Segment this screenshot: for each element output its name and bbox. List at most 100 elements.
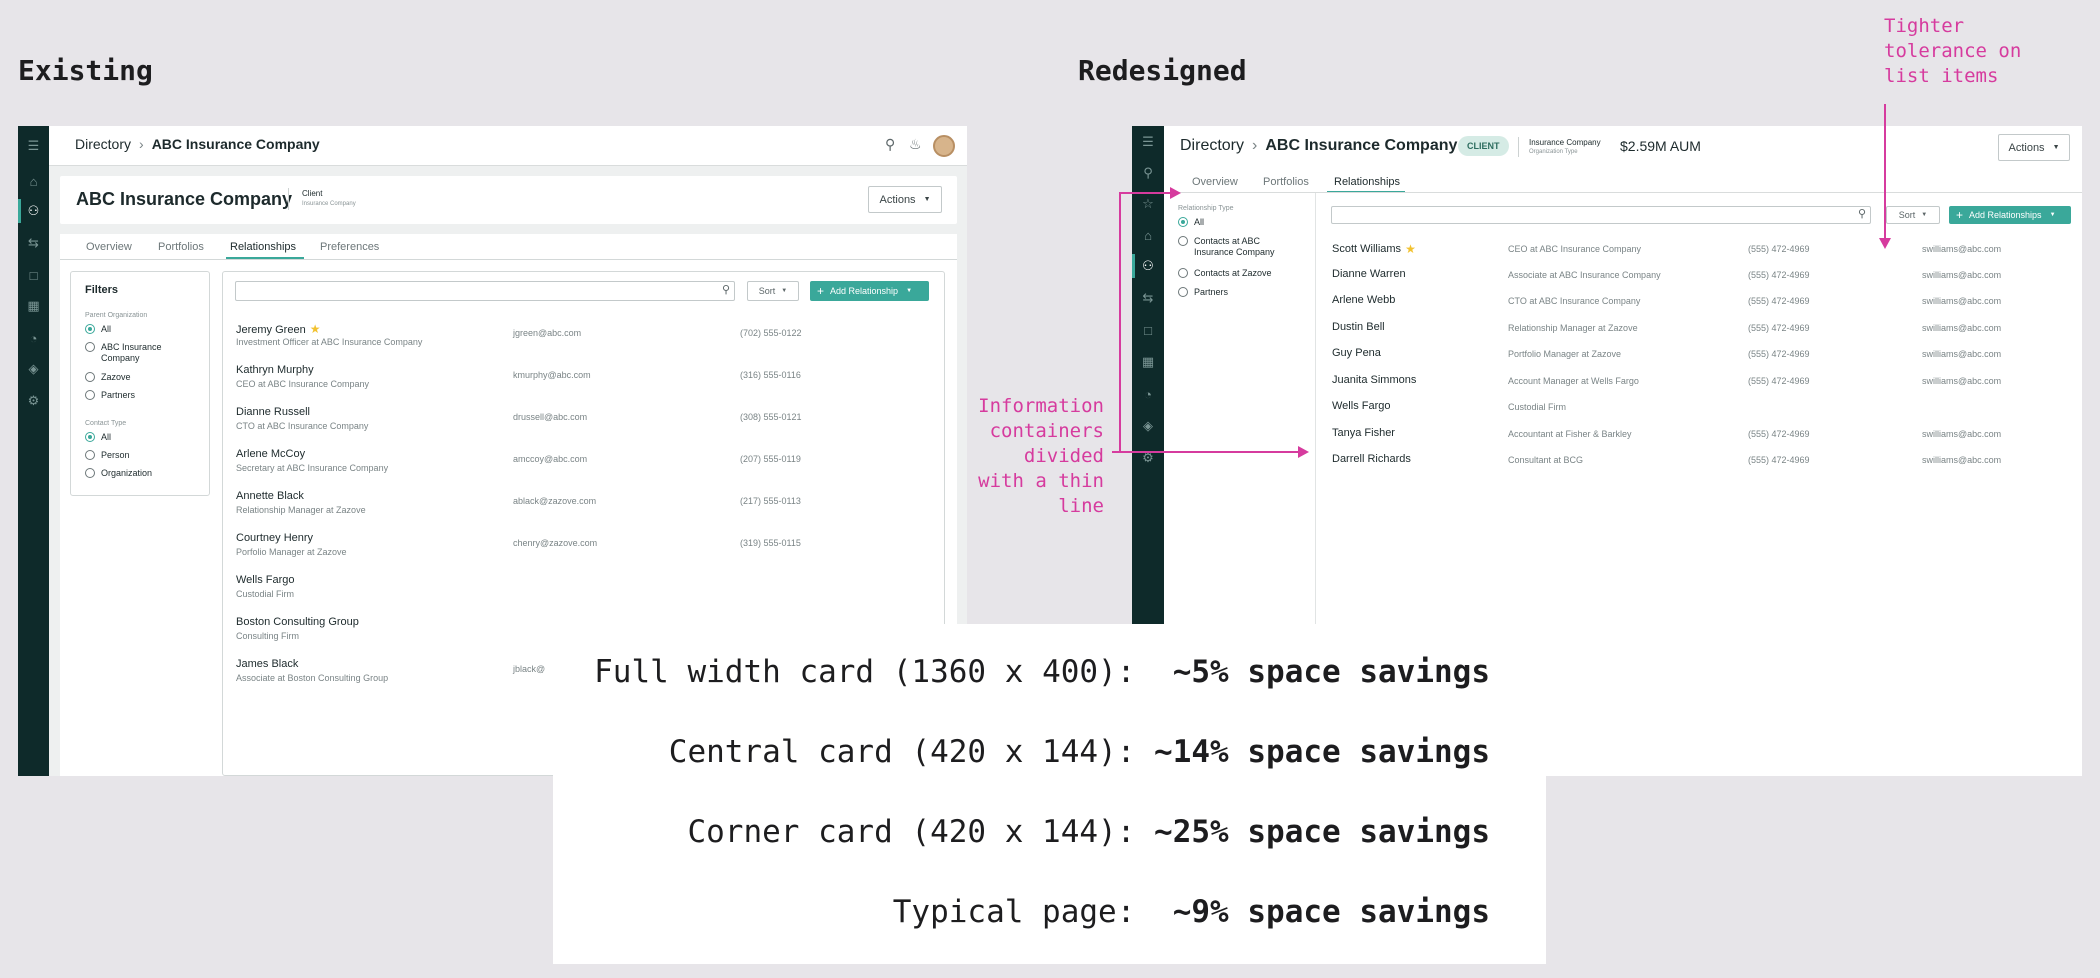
radio-dot — [1178, 217, 1188, 227]
table-row[interactable]: Dustin Bell Relationship Manager at Zazo… — [1332, 321, 2032, 347]
radio-type-abc[interactable]: Contacts at ABC Insurance Company — [1178, 236, 1275, 258]
table-row[interactable]: Scott Williams ★ CEO at ABC Insurance Com… — [1332, 242, 2032, 268]
row-email: swilliams@abc.com — [1922, 244, 2002, 254]
star-outline-icon[interactable]: ☆ — [1132, 194, 1164, 214]
table-row[interactable]: Arlene McCoy Secretary at ABC Insurance … — [223, 448, 943, 488]
radio-dot — [85, 342, 95, 352]
row-email: chenry@zazove.com — [513, 538, 598, 548]
active-tab-underline — [226, 257, 304, 259]
radio-contact-person[interactable]: Person — [85, 450, 130, 461]
tab-overview[interactable]: Overview — [1192, 176, 1238, 188]
layers-icon[interactable]: ◈ — [1132, 416, 1164, 436]
table-row[interactable]: Guy Pena Portfolio Manager at Zazove (55… — [1332, 347, 2032, 373]
table-row[interactable]: Dianne Warren Associate at ABC Insurance… — [1332, 268, 2032, 294]
radio-contact-organization[interactable]: Organization — [85, 468, 152, 479]
row-role: Accountant at Fisher & Barkley — [1508, 429, 1632, 439]
search-input[interactable]: ⚲ — [1331, 206, 1871, 224]
sort-button[interactable]: Sort ▼ — [747, 281, 799, 301]
row-phone: (555) 472-4969 — [1748, 376, 1810, 386]
row-name: Jeremy Green — [236, 324, 306, 336]
table-row[interactable]: Tanya Fisher Accountant at Fisher & Bark… — [1332, 427, 2032, 453]
table-row[interactable]: Courtney Henry Porfolio Manager at Zazov… — [223, 532, 943, 572]
pie-chart-icon[interactable]: ◔ — [18, 328, 49, 348]
add-relationships-button[interactable]: + Add Relationships ▼ — [1949, 206, 2071, 224]
gear-icon[interactable]: ⚙ — [18, 391, 49, 411]
actions-button[interactable]: Actions ▼ — [1998, 134, 2070, 161]
breadcrumb-parent[interactable]: Directory — [1180, 137, 1244, 155]
search-icon[interactable]: ⚲ — [885, 136, 895, 153]
table-row[interactable]: Arlene Webb CTO at ABC Insurance Company… — [1332, 294, 2032, 320]
star-icon[interactable]: ★ — [310, 322, 321, 336]
avatar[interactable] — [933, 135, 955, 157]
calculator-icon[interactable]: ▦ — [1132, 352, 1164, 372]
search-input[interactable]: ⚲ — [235, 281, 735, 301]
radio-parent-all[interactable]: All — [85, 324, 111, 335]
bell-icon[interactable]: ♨ — [909, 136, 922, 153]
radio-dot — [85, 432, 95, 442]
transfer-icon[interactable]: ⇆ — [18, 233, 49, 253]
tab-bar: Overview Portfolios Relationships Prefer… — [60, 234, 957, 260]
table-row[interactable]: Darrell Richards Consultant at BCG (555)… — [1332, 453, 2032, 479]
layers-icon[interactable]: ◈ — [18, 359, 49, 379]
users-icon[interactable]: ⚇ — [18, 201, 49, 221]
row-role: Custodial Firm — [236, 589, 295, 599]
pie-chart-icon[interactable]: ◔ — [1132, 384, 1164, 404]
menu-icon[interactable]: ☰ — [18, 136, 49, 156]
add-relationship-button[interactable]: + Add Relationship ▼ — [810, 281, 929, 301]
actions-button[interactable]: Actions ▼ — [868, 186, 942, 213]
tab-portfolios[interactable]: Portfolios — [1263, 176, 1309, 188]
radio-type-partners[interactable]: Partners — [1178, 287, 1228, 298]
row-email: jgreen@abc.com — [513, 328, 582, 338]
table-row[interactable]: Dianne Russell CTO at ABC Insurance Comp… — [223, 406, 943, 446]
star-icon[interactable]: ★ — [1405, 242, 1416, 256]
org-type-label: Organization Type — [1529, 149, 1578, 155]
radio-parent-abc[interactable]: ABC Insurance Company — [85, 342, 162, 364]
relationships-list: Scott Williams ★ CEO at ABC Insurance Com… — [1332, 242, 2052, 492]
space-savings-card: Full width card (1360 x 400): ~5% space … — [553, 624, 1546, 964]
radio-contact-all[interactable]: All — [85, 432, 111, 443]
table-row[interactable]: Jeremy Green ★ Investment Officer at ABC … — [223, 322, 943, 362]
radio-type-zazove[interactable]: Contacts at Zazove — [1178, 268, 1272, 279]
filter-group-label: Relationship Type — [1178, 205, 1234, 212]
radio-type-all[interactable]: All — [1178, 217, 1204, 228]
folder-icon[interactable]: □ — [1132, 320, 1164, 340]
tab-relationships[interactable]: Relationships — [230, 241, 296, 253]
row-email: swilliams@abc.com — [1922, 323, 2002, 333]
radio-parent-zazove[interactable]: Zazove — [85, 372, 131, 383]
tab-overview[interactable]: Overview — [86, 241, 132, 253]
table-row[interactable]: Juanita Simmons Account Manager at Wells… — [1332, 374, 2032, 400]
row-role: CTO at ABC Insurance Company — [236, 421, 369, 431]
users-icon[interactable]: ⚇ — [1132, 256, 1164, 276]
search-icon[interactable]: ⚲ — [1132, 163, 1164, 183]
table-row[interactable]: Kathryn Murphy CEO at ABC Insurance Comp… — [223, 364, 943, 404]
folder-icon[interactable]: □ — [18, 265, 49, 285]
menu-icon[interactable]: ☰ — [1132, 132, 1164, 152]
calculator-icon[interactable]: ▦ — [18, 296, 49, 316]
row-phone: (555) 472-4969 — [1748, 429, 1810, 439]
stat-label: Corner card (420 x 144): — [687, 814, 1155, 850]
divider — [1518, 137, 1519, 157]
transfer-icon[interactable]: ⇆ — [1132, 288, 1164, 308]
tab-preferences[interactable]: Preferences — [320, 241, 379, 253]
table-row[interactable]: Annette Black Relationship Manager at Za… — [223, 490, 943, 530]
table-row[interactable]: Wells Fargo Custodial Firm — [223, 574, 943, 614]
top-bar: Directory › ABC Insurance Company ⚲ ♨ — [49, 126, 967, 166]
radio-label: All — [1194, 217, 1205, 227]
home-icon[interactable]: ⌂ — [1132, 225, 1164, 245]
row-phone: (555) 472-4969 — [1748, 296, 1810, 306]
tab-relationships[interactable]: Relationships — [1334, 176, 1400, 188]
gear-icon[interactable]: ⚙ — [1132, 448, 1164, 468]
radio-parent-partners[interactable]: Partners — [85, 390, 135, 401]
tab-portfolios[interactable]: Portfolios — [158, 241, 204, 253]
stat-full-width: Full width card (1360 x 400): ~5% space … — [594, 654, 1490, 690]
sort-label: Sort — [758, 286, 776, 296]
table-row[interactable]: Wells Fargo Custodial Firm — [1332, 400, 2032, 426]
stat-value: ~25% space savings — [1154, 814, 1490, 850]
sort-button[interactable]: Sort ▼ — [1886, 206, 1940, 224]
row-email: swilliams@abc.com — [1922, 296, 2002, 306]
home-icon[interactable]: ⌂ — [18, 171, 49, 191]
row-name-wrap: Scott Williams ★ — [1332, 242, 1416, 256]
breadcrumb-parent[interactable]: Directory — [75, 136, 131, 152]
radio-dot — [85, 372, 95, 382]
row-phone: (555) 472-4969 — [1748, 244, 1810, 254]
